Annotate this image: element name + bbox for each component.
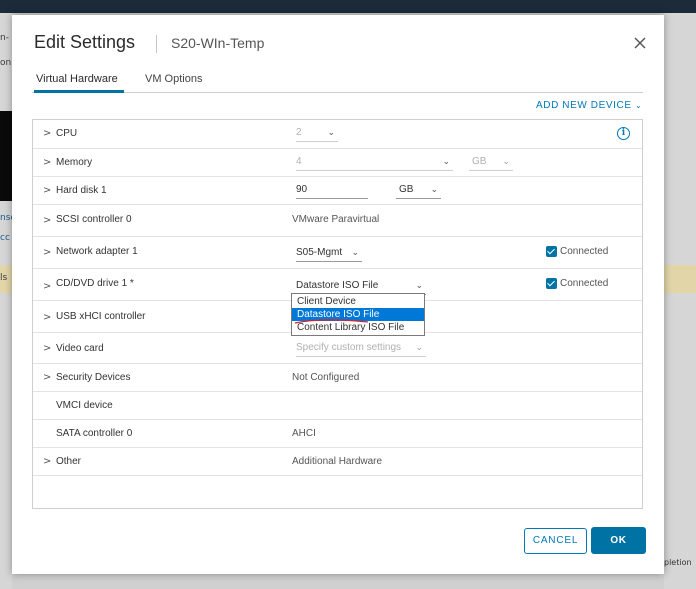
hardware-row-network-adapter[interactable]: > Network adapter 1 S05-Mgmt ⌄ Connected	[33, 237, 642, 269]
vmci-label: VMCI device	[56, 400, 113, 411]
chevron-down-icon: ⌄	[442, 156, 450, 166]
chevron-right-icon[interactable]: >	[43, 281, 51, 292]
close-icon[interactable]	[631, 34, 649, 52]
hardware-row-sata: SATA controller 0 AHCI	[33, 420, 642, 448]
hardware-row-video-card[interactable]: > Video card Specify custom settings ⌄	[33, 333, 642, 364]
cancel-button[interactable]: CANCEL	[524, 528, 587, 554]
info-icon[interactable]: i	[617, 127, 630, 140]
cd-dvd-dropdown-list: Client Device Datastore ISO File Content…	[291, 293, 425, 336]
chevron-right-icon[interactable]: >	[43, 128, 51, 139]
dropdown-option-client-device[interactable]: Client Device	[292, 295, 424, 308]
background-left-panel: n- on nse cc ls	[0, 13, 16, 589]
hardware-row-security-devices[interactable]: > Security Devices Not Configured	[33, 364, 642, 392]
background-warning-band	[664, 265, 696, 293]
background-right-panel: pletion	[664, 13, 696, 589]
hardware-row-vmci: VMCI device	[33, 392, 642, 420]
background-text: pletion	[664, 558, 692, 567]
memory-input[interactable]: 4 ⌄	[296, 156, 453, 171]
chevron-right-icon[interactable]: >	[43, 215, 51, 226]
title-divider	[156, 35, 157, 53]
chevron-right-icon[interactable]: >	[43, 247, 51, 258]
hard-disk-unit-select[interactable]: GB ⌄	[396, 184, 441, 199]
sata-value: AHCI	[292, 428, 316, 439]
chevron-right-icon[interactable]: >	[43, 343, 51, 354]
network-connected-checkbox[interactable]	[546, 246, 557, 257]
chevron-right-icon[interactable]: >	[43, 157, 51, 168]
hard-disk-size-input[interactable]: 90	[296, 184, 368, 199]
hardware-row-cpu[interactable]: > CPU 2 ⌄ i	[33, 120, 642, 149]
memory-label: Memory	[56, 157, 93, 168]
tab-vm-options[interactable]: VM Options	[145, 73, 225, 93]
hardware-row-hard-disk[interactable]: > Hard disk 1 90 GB ⌄	[33, 177, 642, 205]
background-text: n-	[0, 33, 9, 43]
chevron-right-icon[interactable]: >	[43, 185, 51, 196]
background-text: ls	[0, 273, 8, 283]
hard-disk-label: Hard disk 1	[56, 185, 107, 196]
chevron-down-icon: ⌄	[327, 127, 335, 137]
hard-disk-unit: GB	[399, 184, 414, 195]
sata-label: SATA controller 0	[56, 428, 133, 439]
background-text: on	[0, 58, 12, 68]
network-select[interactable]: S05-Mgmt ⌄	[296, 247, 362, 262]
chevron-down-icon: ⌄	[430, 184, 438, 194]
add-new-device-label: ADD NEW DEVICE	[536, 100, 632, 111]
background-text: cc	[0, 233, 10, 243]
chevron-right-icon[interactable]: >	[43, 456, 51, 467]
network-value: S05-Mgmt	[296, 247, 343, 258]
security-devices-value: Not Configured	[292, 372, 360, 383]
chevron-right-icon[interactable]: >	[43, 312, 51, 323]
usb-label: USB xHCI controller	[56, 311, 146, 322]
scsi-value: VMware Paravirtual	[292, 214, 380, 225]
hard-disk-value: 90	[296, 184, 308, 195]
chevron-down-icon: ⌄	[351, 247, 359, 257]
memory-value: 4	[296, 156, 302, 167]
background-bottom-strip	[12, 574, 664, 589]
chevron-right-icon[interactable]: >	[43, 372, 51, 383]
video-card-select[interactable]: Specify custom settings ⌄	[296, 342, 426, 357]
network-connected-label: Connected	[560, 246, 609, 257]
tab-virtual-hardware[interactable]: Virtual Hardware	[34, 73, 124, 93]
memory-unit: GB	[472, 156, 487, 167]
edit-settings-dialog: Edit Settings S20-WIn-Temp Virtual Hardw…	[12, 15, 664, 574]
video-card-value: Specify custom settings	[296, 342, 402, 353]
cd-dvd-value: Datastore ISO File	[296, 280, 379, 291]
ok-button[interactable]: OK	[591, 527, 646, 554]
hardware-row-memory[interactable]: > Memory 4 ⌄ GB ⌄	[33, 149, 642, 177]
network-adapter-label: Network adapter 1	[56, 246, 138, 257]
video-card-label: Video card	[56, 343, 104, 354]
cpu-select[interactable]: 2 ⌄	[296, 127, 338, 142]
other-label: Other	[56, 456, 82, 467]
cd-dvd-connected-checkbox[interactable]	[546, 278, 557, 289]
hardware-row-other[interactable]: > Other Additional Hardware	[33, 448, 642, 476]
security-devices-label: Security Devices	[56, 372, 131, 383]
chevron-down-icon: ⌄	[635, 101, 643, 110]
memory-unit-select[interactable]: GB ⌄	[469, 156, 513, 171]
red-annotation-underline	[294, 319, 369, 324]
other-value: Additional Hardware	[292, 456, 383, 467]
tab-bar: Virtual Hardware VM Options	[32, 73, 643, 93]
dialog-title: Edit Settings	[34, 32, 136, 52]
add-new-device-button[interactable]: ADD NEW DEVICE ⌄	[536, 100, 642, 111]
background-topbar	[0, 0, 696, 13]
vm-name: S20-WIn-Temp	[171, 35, 265, 51]
cpu-value: 2	[296, 127, 302, 138]
scsi-label: SCSI controller 0	[56, 214, 132, 225]
chevron-down-icon: ⌄	[502, 156, 510, 166]
background-thumbnail	[0, 111, 12, 201]
cd-dvd-label: CD/DVD drive 1 *	[56, 278, 134, 289]
hardware-row-scsi[interactable]: > SCSI controller 0 VMware Paravirtual	[33, 205, 642, 237]
chevron-down-icon: ⌄	[415, 342, 423, 352]
cpu-label: CPU	[56, 128, 78, 139]
chevron-down-icon: ⌄	[415, 280, 423, 290]
cd-dvd-connected-label: Connected	[560, 278, 609, 289]
